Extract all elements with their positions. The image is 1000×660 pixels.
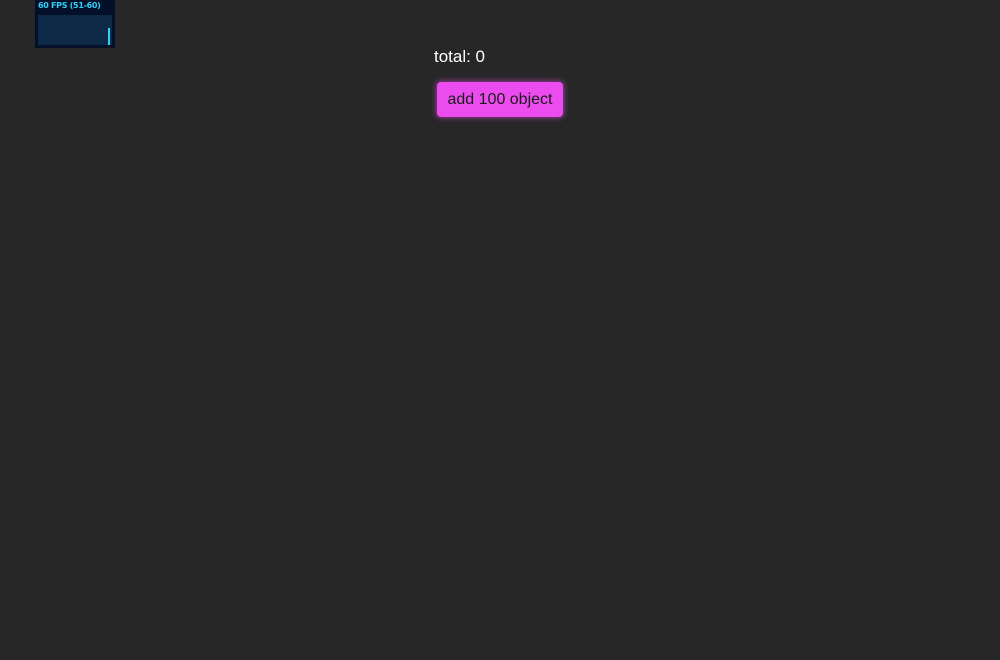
fps-graph-bar (108, 28, 110, 45)
total-counter: total: 0 (433, 47, 486, 66)
fps-stats-panel[interactable]: 60 FPS (51-60) (35, 0, 115, 48)
fps-graph (38, 15, 112, 45)
add-objects-button[interactable]: add 100 object (437, 82, 563, 117)
fps-readout: 60 FPS (51-60) (38, 1, 101, 10)
